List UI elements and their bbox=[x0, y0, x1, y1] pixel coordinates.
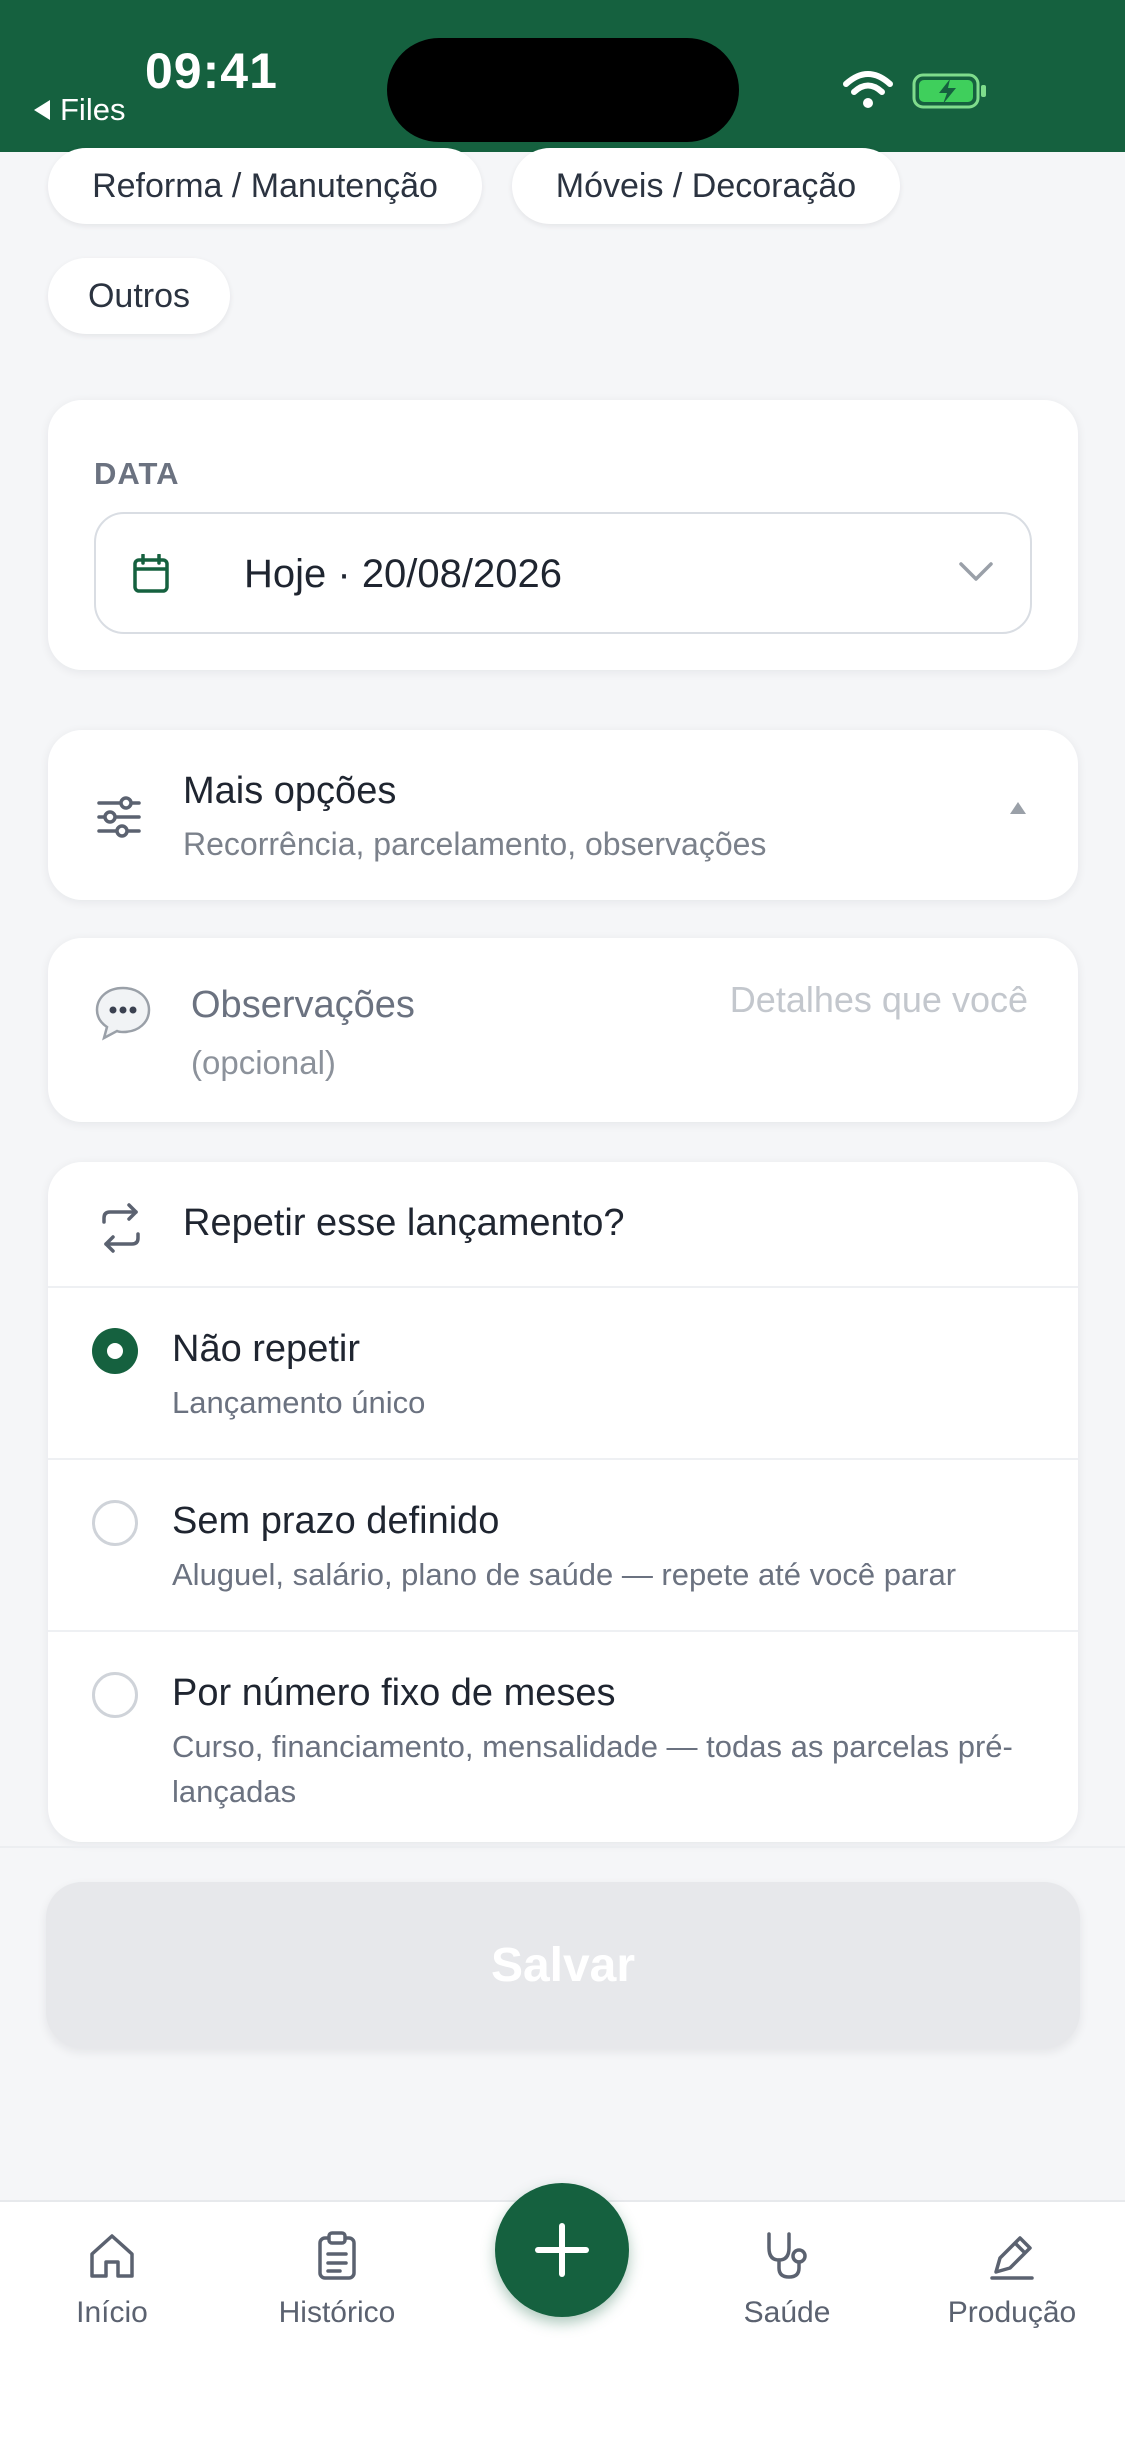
status-bar: 09:41 Files bbox=[0, 0, 1125, 152]
calendar-icon bbox=[133, 554, 169, 593]
save-button[interactable]: Salvar bbox=[46, 1882, 1080, 2048]
date-card: DATA Hoje · 20/08/2026 bbox=[48, 400, 1078, 670]
more-options-card[interactable]: Mais opções Recorrência, parcelamento, o… bbox=[48, 730, 1078, 900]
radio-numero-fixo[interactable] bbox=[92, 1672, 138, 1718]
back-to-files-button[interactable]: Files bbox=[34, 92, 125, 128]
date-value: Hoje · 20/08/2026 bbox=[244, 552, 563, 596]
tab-historico[interactable]: Histórico bbox=[247, 2230, 427, 2350]
back-files-label: Files bbox=[60, 92, 126, 127]
option-description: Lançamento único bbox=[172, 1385, 426, 1420]
option-title: Sem prazo definido bbox=[172, 1500, 500, 1542]
plus-icon bbox=[535, 2223, 589, 2277]
pen-icon bbox=[990, 2236, 1034, 2280]
date-select[interactable]: Hoje · 20/08/2026 bbox=[94, 512, 1032, 634]
option-description: Aluguel, salário, plano de saúde — repet… bbox=[172, 1557, 957, 1592]
option-title: Não repetir bbox=[172, 1328, 360, 1370]
option-numero-fixo[interactable]: Por número fixo de meses Curso, financia… bbox=[48, 1632, 1078, 1842]
radio-nao-repetir[interactable] bbox=[92, 1328, 138, 1374]
chip-moveis-decoracao[interactable]: Móveis / Decoração bbox=[512, 148, 900, 224]
date-section-label: DATA bbox=[94, 456, 180, 491]
chip-reforma-manutencao[interactable]: Reforma / Manutenção bbox=[48, 148, 482, 224]
tab-inicio[interactable]: Início bbox=[22, 2230, 202, 2350]
add-button[interactable] bbox=[495, 2183, 629, 2317]
notes-optional-label: (opcional) bbox=[191, 1044, 336, 1081]
tab-label: Início bbox=[76, 2296, 148, 2329]
chevron-down-icon bbox=[959, 562, 993, 581]
battery-charging-icon bbox=[912, 73, 986, 109]
notes-card: Observações (opcional) bbox=[48, 938, 1078, 1122]
repeat-title: Repetir esse lançamento? bbox=[183, 1202, 625, 1244]
tab-label: Saúde bbox=[743, 2296, 831, 2329]
sliders-icon bbox=[97, 796, 141, 838]
chip-outros[interactable]: Outros bbox=[48, 258, 230, 334]
tab-label: Produção bbox=[947, 2296, 1077, 2329]
tab-producao[interactable]: Produção bbox=[922, 2230, 1102, 2350]
option-description: Curso, financiamento, mensalidade — toda… bbox=[172, 1729, 1013, 1809]
tab-label: Histórico bbox=[278, 2296, 396, 2329]
radio-sem-prazo[interactable] bbox=[92, 1500, 138, 1546]
dynamic-island bbox=[387, 38, 739, 142]
more-options-subtitle: Recorrência, parcelamento, observações bbox=[183, 826, 767, 862]
wifi-icon bbox=[843, 71, 893, 108]
stethoscope-icon bbox=[767, 2232, 807, 2279]
notes-title: Observações bbox=[191, 984, 415, 1026]
option-title: Por número fixo de meses bbox=[172, 1672, 616, 1714]
back-arrow-icon bbox=[34, 100, 50, 120]
tab-saude[interactable]: Saúde bbox=[697, 2230, 877, 2350]
home-icon bbox=[90, 2234, 134, 2278]
footer-divider bbox=[0, 1846, 1125, 1848]
notes-input[interactable] bbox=[608, 976, 1028, 1024]
repeat-card: Repetir esse lançamento? Não repetir Lan… bbox=[48, 1162, 1078, 1842]
speech-bubble-icon bbox=[95, 986, 151, 1041]
option-nao-repetir[interactable]: Não repetir Lançamento único bbox=[48, 1288, 1078, 1458]
repeat-icon bbox=[102, 1203, 140, 1253]
option-sem-prazo[interactable]: Sem prazo definido Aluguel, salário, pla… bbox=[48, 1460, 1078, 1630]
status-time: 09:41 bbox=[145, 43, 278, 99]
more-options-title: Mais opções bbox=[183, 770, 397, 812]
caret-up-icon[interactable] bbox=[1010, 802, 1026, 814]
clipboard-icon bbox=[318, 2231, 356, 2280]
